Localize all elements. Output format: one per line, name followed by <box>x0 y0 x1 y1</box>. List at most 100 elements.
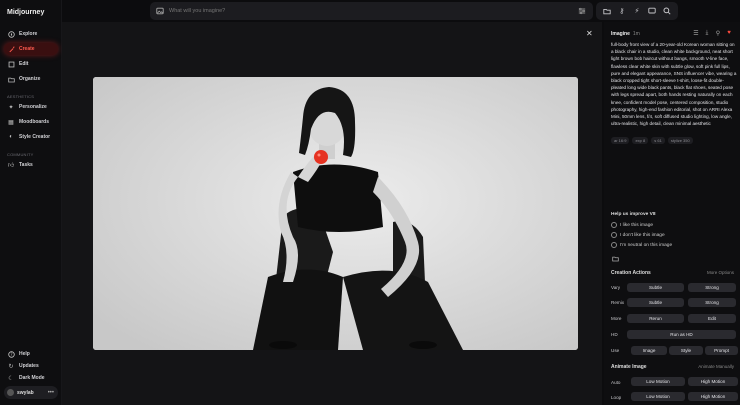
row-label-use: Use <box>611 348 620 353</box>
auto-high-motion-button[interactable]: High Motion <box>688 377 738 386</box>
sidebar-item-label: Help <box>19 351 30 357</box>
sidebar-item-tasks[interactable]: 👍︎ Tasks <box>4 159 58 171</box>
sidebar-item-edit[interactable]: Edit <box>4 58 58 70</box>
remix-strong-button[interactable]: Strong <box>688 298 736 307</box>
moon-icon: ☾ <box>8 375 14 382</box>
sidebar-item-moodboards[interactable]: ▦ Moodboards <box>4 116 58 128</box>
sidebar-item-help[interactable]: ? Help <box>4 348 58 360</box>
sidebar-item-updates[interactable]: ↻ Updates <box>4 360 58 372</box>
sidebar-item-personalize[interactable]: ✦ Personalize <box>4 101 58 113</box>
brand-logo[interactable]: Midjourney <box>7 9 44 16</box>
vary-strong-button[interactable]: Strong <box>688 283 736 292</box>
animate-manually-link[interactable]: Animate Manually <box>698 364 734 369</box>
feedback-dislike[interactable]: I don't like this image <box>611 232 665 238</box>
sidebar-item-label: Tasks <box>19 162 33 168</box>
refresh-icon: ↻ <box>8 363 14 370</box>
param-chip[interactable]: stylize 350 <box>667 137 693 144</box>
sidebar-item-organize[interactable]: Organize <box>4 73 58 85</box>
search-bar <box>150 2 593 20</box>
loop-low-motion-button[interactable]: Low Motion <box>631 392 685 401</box>
animate-header: Animate Image Animate Manually <box>611 364 737 370</box>
run-as-hd-button[interactable]: Run as HD <box>627 330 736 339</box>
sidebar-item-label: Style Creator <box>19 134 51 140</box>
param-chip[interactable]: ar 16:9 <box>611 137 630 144</box>
search-icon[interactable] <box>662 6 672 16</box>
sidebar-item-label: Create <box>19 46 35 52</box>
menu-icon[interactable]: ☰ <box>692 29 700 37</box>
sidebar-item-label: Edit <box>19 61 29 67</box>
feedback-label: I'm neutral on this image <box>620 242 673 248</box>
row-label-more: More <box>611 316 622 321</box>
use-prompt-button[interactable]: Prompt <box>705 346 738 355</box>
creation-actions-header: Creation Actions More Options <box>611 270 737 276</box>
image-upload-icon[interactable] <box>155 6 165 16</box>
row-label-vary: Vary <box>611 285 621 290</box>
sidebar: Midjourney Explore Create Edit Organize … <box>0 0 62 405</box>
heart-icon[interactable]: ♥ <box>725 29 733 37</box>
panel-title: Imagine 1m <box>611 31 640 37</box>
row-label-auto: Auto <box>611 380 621 385</box>
param-chip[interactable]: exp 8 <box>632 137 649 144</box>
vary-subtle-button[interactable]: Subtle <box>627 283 684 292</box>
sidebar-item-style-creator[interactable]: ◐ Style Creator <box>4 131 58 143</box>
folder-icon[interactable] <box>612 255 619 264</box>
loop-high-motion-button[interactable]: High Motion <box>688 392 738 401</box>
thumbs-up-icon: 👍︎ <box>7 163 15 169</box>
remix-subtle-button[interactable]: Subtle <box>627 298 684 307</box>
sidebar-item-create[interactable]: Create <box>4 43 58 55</box>
grid-icon: ▦ <box>8 119 14 126</box>
search-input[interactable] <box>169 8 572 14</box>
feedback-neutral[interactable]: I'm neutral on this image <box>611 242 672 248</box>
sparkle-icon: ✦ <box>8 104 14 111</box>
prompt-text[interactable]: full-body front view of a 20-year-old Ko… <box>611 41 737 127</box>
chat-icon[interactable] <box>647 6 657 16</box>
settings-sliders-icon[interactable] <box>577 6 587 16</box>
panel-age: 1m <box>632 31 640 37</box>
feedback-label: I don't like this image <box>620 232 665 238</box>
creation-actions-title: Creation Actions <box>611 270 651 276</box>
edit-button[interactable]: Edit <box>688 314 736 323</box>
rerun-button[interactable]: Rerun <box>627 314 684 323</box>
section-label-aesthetics: AESTHETICS <box>7 94 35 99</box>
animate-title: Animate Image <box>611 364 647 370</box>
auto-low-motion-button[interactable]: Low Motion <box>631 377 685 386</box>
param-chip[interactable]: s 61 <box>651 137 665 144</box>
panel-title-text: Imagine <box>611 31 630 37</box>
panel-actions: ☰ ⤓ ⚲ ♥ <box>692 29 733 37</box>
sidebar-item-dark-mode[interactable]: ☾ Dark Mode <box>4 372 58 384</box>
generated-image[interactable] <box>93 77 578 350</box>
more-options-link[interactable]: More Options <box>707 270 734 275</box>
radio-button[interactable] <box>611 222 617 228</box>
folder-icon <box>7 75 15 83</box>
user-menu[interactable]: swylab ••• <box>4 386 58 399</box>
brush-icon <box>7 45 15 53</box>
lightning-icon[interactable]: ⚡︎ <box>632 6 642 16</box>
close-icon[interactable]: ✕ <box>586 29 593 38</box>
user-name: swylab <box>17 389 34 396</box>
sidebar-item-label: Personalize <box>19 104 47 110</box>
folder-icon[interactable] <box>602 6 612 16</box>
svg-text:?: ? <box>10 352 12 357</box>
section-label-community: COMMUNITY <box>7 152 34 157</box>
radio-button[interactable] <box>611 232 617 238</box>
edit-icon <box>7 60 15 68</box>
sidebar-item-label: Updates <box>19 363 39 369</box>
download-icon[interactable]: ⤓ <box>703 29 711 37</box>
row-label-hd: HD <box>611 332 618 337</box>
row-label-loop: Loop <box>611 395 622 400</box>
avatar <box>7 389 14 396</box>
sidebar-item-label: Moodboards <box>19 119 49 125</box>
more-icon[interactable]: ••• <box>48 390 54 396</box>
sidebar-item-explore[interactable]: Explore <box>4 28 58 40</box>
radio-button[interactable] <box>611 242 617 248</box>
row-label-remix: Remix <box>611 300 625 305</box>
feedback-like[interactable]: I like this image <box>611 222 653 228</box>
use-style-button[interactable]: Style <box>669 346 703 355</box>
key-icon[interactable]: ⚷ <box>617 6 627 16</box>
pin-icon[interactable]: ⚲ <box>714 29 722 37</box>
help-icon: ? <box>7 350 15 358</box>
use-image-button[interactable]: Image <box>631 346 667 355</box>
sidebar-item-label: Dark Mode <box>19 375 45 381</box>
sidebar-item-label: Explore <box>19 31 38 37</box>
compass-icon <box>7 30 15 38</box>
